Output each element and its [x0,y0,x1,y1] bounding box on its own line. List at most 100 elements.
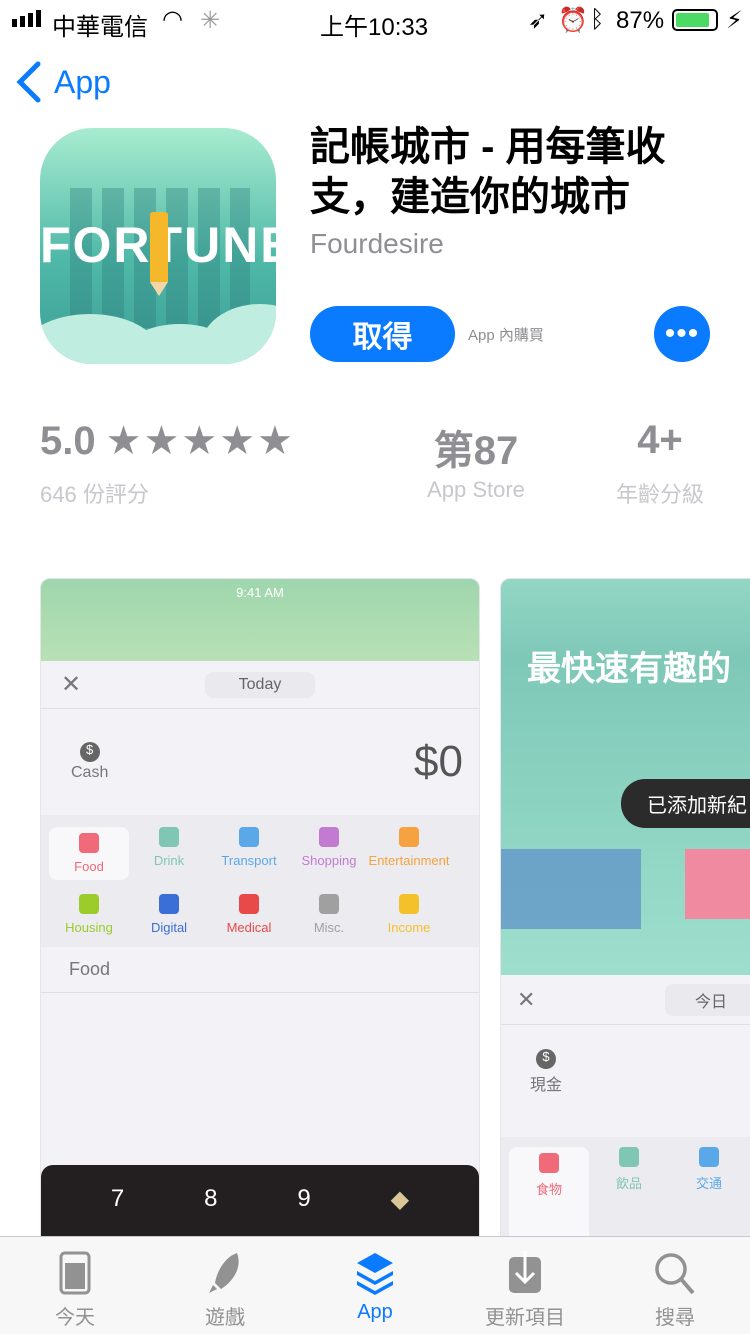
star-rating: ★★★★★ [105,419,295,463]
tab-search[interactable]: 搜尋 [600,1237,750,1334]
category-label: Transport [221,853,277,868]
activity-icon: ✳ [200,7,221,34]
mock-category: 食物 [509,1147,589,1247]
mock-date: 今日 [665,983,750,1016]
app-title: 記帳城市 - 用每筆收支，建造你的城市 [310,125,666,219]
tab-bar: 今天 遊戲 App 更新項目 搜尋 [0,1236,750,1334]
rating-summary: 5.0 ★★★★★ [40,418,295,464]
battery-percent: 87% [616,7,665,34]
key: 9 [297,1185,311,1212]
alarm-icon: ⏰ [558,7,588,34]
mock-category: Digital [129,894,209,935]
bluetooth-icon: ᛒ [590,6,605,33]
mock-categories: Food Drink Transport Shopping Entertainment H… [41,815,479,947]
category-icon [79,894,99,914]
more-button[interactable]: ••• [654,306,710,362]
mock-amount: $0 [414,737,463,786]
carrier: 中華電信 [52,14,148,41]
category-label: 食物 [535,1182,562,1197]
tab-label: 搜尋 [655,1307,695,1329]
back-label: App [54,63,111,100]
category-label: Digital [150,920,188,935]
mock-time: 9:41 AM [236,585,284,600]
mock-category: 交通 [669,1147,749,1247]
chevron-left-icon [16,61,41,103]
screenshot-2[interactable]: 最快速有趣的 已添加新紀 ✕ 今日 $ 現金 食物 飲品 交通 [500,578,750,1248]
tab-label: 遊戲 [205,1307,245,1329]
key: 8 [204,1185,218,1212]
screenshot-1[interactable]: 9:41 AM ✕ Today $ Cash $0 Food Drink Transp… [40,578,480,1248]
wifi-icon: ◠ [162,6,183,33]
category-label: Medical [226,920,272,935]
category-icon [319,894,339,914]
mock-categories: 食物 飲品 交通 [501,1137,750,1247]
status-bar: 中華電信 ◠ ✳ 上午10:33 ➶ ⏰ ᛒ 87% ⚡ [0,0,750,41]
tab-layers[interactable]: App [300,1237,450,1334]
mock-category: Income [369,894,449,935]
category-icon [79,833,99,853]
mock-category: Housing [49,894,129,935]
battery-icon [672,9,718,31]
mock-toast: 已添加新紀 [621,779,750,828]
category-label: 交通 [695,1176,722,1191]
mock-category: Drink [129,827,209,880]
developer-link[interactable]: Fourdesire [310,228,444,260]
mock-category: Food [49,827,129,880]
location-icon: ➶ [528,7,549,34]
rank-label: App Store [427,477,525,502]
age-rating: 4+ [637,418,683,462]
category-label: Misc. [313,920,345,935]
category-label: Food [74,859,104,874]
category-label: Housing [65,920,113,935]
tab-today[interactable]: 今天 [0,1237,150,1334]
back-button[interactable]: App [14,60,111,104]
backspace-icon: ◆ [390,1186,410,1213]
rating-score: 5.0 [40,418,96,463]
mock-headline: 最快速有趣的 [527,650,731,688]
category-icon [539,1153,559,1173]
signal-icon [12,10,41,27]
charging-icon: ⚡ [726,7,743,34]
category-label: Income [387,920,431,935]
category-label: Shopping [301,853,357,868]
category-icon [399,894,419,914]
mock-category: 飲品 [589,1147,669,1247]
tab-label: App [357,1301,393,1323]
tab-download[interactable]: 更新項目 [450,1237,600,1334]
category-label: Drink [153,853,185,868]
layers-icon [357,1253,393,1295]
category-label: 飲品 [615,1176,642,1191]
mock-category: Entertainment [369,827,449,880]
in-app-purchase-label: App 內購買 [468,327,544,344]
category-icon [159,894,179,914]
mock-date: Today [204,671,316,698]
mock-category: Transport [209,827,289,880]
mock-selected-category: Food [41,947,479,993]
pencil-icon [150,212,168,296]
category-icon [619,1147,639,1167]
category-icon [239,827,259,847]
category-icon [399,827,419,847]
close-icon: ✕ [61,671,82,698]
rating-count: 646 份評分 [40,482,149,507]
get-button[interactable]: 取得 [310,306,455,362]
category-label: Entertainment [368,853,450,868]
mock-category: Medical [209,894,289,935]
category-icon [239,894,259,914]
chart-rank: 第87 [433,429,519,473]
category-icon [699,1147,719,1167]
category-icon [319,827,339,847]
rocket-icon [209,1253,239,1293]
age-label: 年齡分級 [615,482,704,507]
mock-account: 現金 [529,1077,562,1094]
download-icon [509,1251,541,1293]
tab-label: 今天 [55,1307,95,1329]
today-icon [59,1251,91,1295]
dollar-icon: $ [79,742,100,762]
key: 7 [110,1185,125,1212]
tab-rocket[interactable]: 遊戲 [150,1237,300,1334]
mock-category: Shopping [289,827,369,880]
app-icon: FORTUNE [40,128,276,364]
mock-category: Misc. [289,894,369,935]
clock: 上午10:33 [320,14,429,41]
